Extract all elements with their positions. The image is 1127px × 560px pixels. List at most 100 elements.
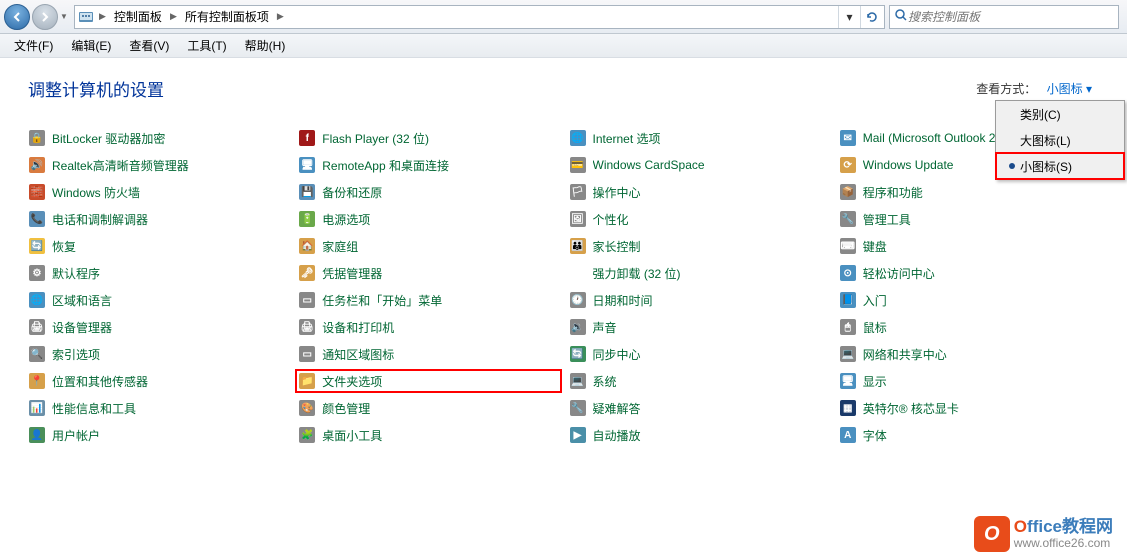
- menu-view[interactable]: 查看(V): [121, 34, 177, 57]
- control-panel-item[interactable]: 🔊Realtek高清晰音频管理器: [28, 156, 288, 174]
- search-bar[interactable]: [889, 5, 1119, 29]
- control-panel-item[interactable]: 🏠家庭组: [298, 237, 558, 255]
- item-label: 设备和打印机: [322, 319, 394, 336]
- control-panel-item[interactable]: ▭ 通知区域图标: [298, 345, 558, 363]
- control-panel-item[interactable]: 🔒BitLocker 驱动器加密: [28, 129, 288, 147]
- watermark-url: www.office26.com: [1014, 537, 1113, 550]
- control-panel-item[interactable]: 📍位置和其他传感器: [28, 372, 288, 390]
- control-panel-item[interactable]: 📦程序和功能: [839, 183, 1099, 201]
- menu-edit[interactable]: 编辑(E): [63, 34, 119, 57]
- control-panel-item[interactable]: ⌨键盘: [839, 237, 1099, 255]
- menu-tools[interactable]: 工具(T): [179, 34, 234, 57]
- control-panel-item[interactable]: 🔄同步中心: [569, 345, 829, 363]
- item-label: 入门: [863, 292, 887, 309]
- item-icon: 🕐: [569, 291, 587, 309]
- control-panel-item[interactable]: 💻系统: [569, 372, 829, 390]
- control-panel-item[interactable]: ⊙轻松访问中心: [839, 264, 1099, 282]
- address-bar[interactable]: ▶ 控制面板 ▶ 所有控制面板项 ▶ ▾: [74, 5, 885, 29]
- item-icon: 🧩: [298, 426, 316, 444]
- control-panel-item[interactable]: 🏳操作中心: [569, 183, 829, 201]
- view-menu-small[interactable]: 小图标(S): [996, 153, 1124, 179]
- item-icon: 💻: [839, 345, 857, 363]
- control-panel-item[interactable]: 🔄 恢复: [28, 237, 288, 255]
- breadcrumb-1[interactable]: 控制面板: [110, 6, 166, 27]
- view-menu-category[interactable]: 类别(C): [996, 101, 1124, 127]
- control-panel-item[interactable]: 🖼个性化: [569, 210, 829, 228]
- item-label: 桌面小工具: [322, 427, 382, 444]
- item-label: 鼠标: [863, 319, 887, 336]
- control-panel-item[interactable]: A字体: [839, 426, 1099, 444]
- item-icon: 📁: [298, 372, 316, 390]
- control-panel-item[interactable]: 👪家长控制: [569, 237, 829, 255]
- item-label: 网络和共享中心: [863, 346, 947, 363]
- control-panel-item[interactable]: 🧱Windows 防火墙: [28, 183, 288, 201]
- control-panel-item[interactable]: 🖨设备和打印机: [298, 318, 558, 336]
- control-panel-item[interactable]: 📞电话和调制解调器: [28, 210, 288, 228]
- control-panel-item[interactable]: 🖥显示: [839, 372, 1099, 390]
- control-panel-item[interactable]: 🖨设备管理器: [28, 318, 288, 336]
- control-panel-item[interactable]: 📊性能信息和工具: [28, 399, 288, 417]
- control-panel-item[interactable]: ▭任务栏和「开始」菜单: [298, 291, 558, 309]
- refresh-button[interactable]: [860, 6, 882, 28]
- item-icon: 💳: [569, 156, 587, 174]
- content-header: 调整计算机的设置 查看方式： 小图标 ▾: [28, 76, 1099, 101]
- item-icon: A: [839, 426, 857, 444]
- control-panel-item[interactable]: 🕐日期和时间: [569, 291, 829, 309]
- address-dropdown[interactable]: ▾: [838, 6, 860, 28]
- item-label: 电话和调制解调器: [52, 211, 148, 228]
- item-icon: 🔄: [569, 345, 587, 363]
- control-panel-item[interactable]: 🌐区域和语言: [28, 291, 288, 309]
- control-panel-item[interactable]: 🗝 凭据管理器: [298, 264, 558, 282]
- control-panel-item[interactable]: 🌐Internet 选项: [569, 129, 829, 147]
- item-icon: ✦: [569, 264, 587, 282]
- item-icon: 🖥: [298, 156, 316, 174]
- item-label: 通知区域图标: [322, 346, 394, 363]
- control-panel-item[interactable]: 📘入门: [839, 291, 1099, 309]
- control-panel-item[interactable]: 🧩 桌面小工具: [298, 426, 558, 444]
- control-panel-item[interactable]: 🔍索引选项: [28, 345, 288, 363]
- control-panel-item[interactable]: 🎨颜色管理: [298, 399, 558, 417]
- item-icon: 🗝: [298, 264, 316, 282]
- control-panel-item[interactable]: 🖥RemoteApp 和桌面连接: [298, 156, 558, 174]
- back-button[interactable]: [4, 4, 30, 30]
- history-dropdown[interactable]: ▼: [58, 4, 70, 30]
- control-panel-item[interactable]: 🔧疑难解答: [569, 399, 829, 417]
- item-icon: 🔄: [28, 237, 46, 255]
- item-icon: 🏠: [298, 237, 316, 255]
- control-panel-item[interactable]: 🔉声音: [569, 318, 829, 336]
- search-input[interactable]: [908, 10, 1114, 24]
- item-label: 文件夹选项: [322, 373, 382, 390]
- item-label: 英特尔® 核芯显卡: [863, 400, 959, 417]
- control-panel-item[interactable]: 💾备份和还原: [298, 183, 558, 201]
- item-label: 设备管理器: [52, 319, 112, 336]
- forward-button[interactable]: [32, 4, 58, 30]
- control-panel-item[interactable]: ✦强力卸载 (32 位): [569, 264, 829, 282]
- item-label: 凭据管理器: [322, 265, 382, 282]
- view-label: 查看方式：: [976, 82, 1036, 96]
- item-icon: 🔧: [569, 399, 587, 417]
- view-menu-large[interactable]: 大图标(L): [996, 127, 1124, 153]
- control-panel-item[interactable]: fFlash Player (32 位): [298, 129, 558, 147]
- control-panel-item[interactable]: 🔋电源选项: [298, 210, 558, 228]
- item-icon: 💾: [298, 183, 316, 201]
- breadcrumb-2[interactable]: 所有控制面板项: [181, 6, 273, 27]
- control-panel-item[interactable]: ▦英特尔® 核芯显卡: [839, 399, 1099, 417]
- item-icon: ▭: [298, 291, 316, 309]
- control-panel-item[interactable]: ▶自动播放: [569, 426, 829, 444]
- item-icon: ▶: [569, 426, 587, 444]
- control-panel-item[interactable]: 💻 网络和共享中心: [839, 345, 1099, 363]
- item-label: 恢复: [52, 238, 76, 255]
- item-label: 位置和其他传感器: [52, 373, 148, 390]
- item-label: Windows Update: [863, 158, 954, 172]
- control-panel-item[interactable]: 🔧管理工具: [839, 210, 1099, 228]
- control-panel-item[interactable]: 👤用户帐户: [28, 426, 288, 444]
- menu-file[interactable]: 文件(F): [6, 34, 61, 57]
- view-dropdown[interactable]: 小图标 ▾: [1040, 79, 1099, 99]
- control-panel-item[interactable]: 📁 文件夹选项: [298, 372, 558, 390]
- control-panel-item[interactable]: ⚙默认程序: [28, 264, 288, 282]
- control-panel-item[interactable]: 🖱 鼠标: [839, 318, 1099, 336]
- item-icon: 🖱: [839, 318, 857, 336]
- menu-help[interactable]: 帮助(H): [237, 34, 294, 57]
- item-icon: ▭: [298, 345, 316, 363]
- control-panel-item[interactable]: 💳Windows CardSpace: [569, 156, 829, 174]
